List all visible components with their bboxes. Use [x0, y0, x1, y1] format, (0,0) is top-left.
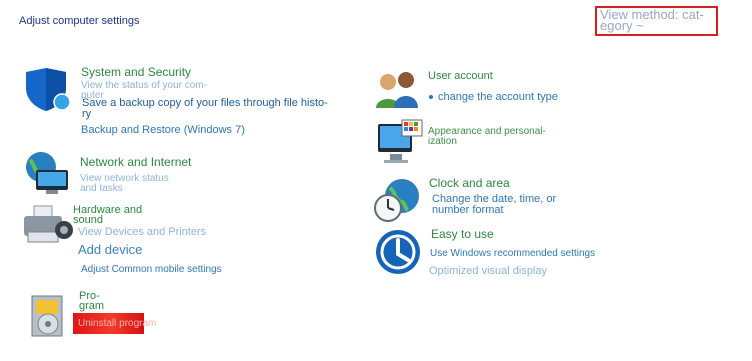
clock-area-title[interactable]: Clock and area — [429, 177, 510, 189]
monitor-palette-icon[interactable] — [376, 118, 424, 166]
printer-icon[interactable] — [22, 204, 74, 246]
ease-of-access-icon[interactable] — [374, 228, 422, 276]
globe-network-icon[interactable] — [22, 150, 72, 196]
view-devices-printers-link[interactable]: View Devices and Printers — [78, 227, 206, 238]
network-internet-title[interactable]: Network and Internet — [80, 156, 191, 168]
link-line: Save a backup copy of your files through… — [82, 97, 328, 109]
backup-file-history-link[interactable]: Save a backup copy of your files through… — [82, 98, 328, 120]
shield-icon[interactable] — [22, 66, 72, 112]
view-network-status-link[interactable]: View network status and tasks — [80, 174, 169, 194]
link-line: ry — [82, 108, 92, 120]
link-text: change the account type — [438, 91, 558, 103]
user-account-title[interactable]: User account — [428, 70, 493, 82]
backup-restore-link[interactable]: Backup and Restore (Windows 7) — [81, 125, 245, 136]
adjust-mobile-settings-link[interactable]: Adjust Common mobile settings — [81, 265, 222, 275]
optimized-visual-display-link[interactable]: Optimized visual display — [429, 266, 547, 277]
users-icon[interactable] — [374, 70, 420, 110]
title-line: ization — [428, 136, 457, 147]
add-device-link[interactable]: Add device — [78, 243, 142, 256]
clock-globe-icon[interactable] — [372, 176, 422, 224]
change-account-type-link[interactable]: change the account type — [429, 92, 558, 103]
change-date-time-link[interactable]: Change the date, time, or number format — [432, 194, 556, 216]
windows-recommended-settings-link[interactable]: Use Windows recommended settings — [430, 249, 595, 259]
link-line: number format — [432, 204, 504, 216]
bullet-icon — [429, 95, 433, 100]
title-line: sound — [73, 214, 103, 226]
view-method-dropdown[interactable]: View method: cat- egory ~ — [600, 8, 716, 32]
easy-to-use-title[interactable]: Easy to use — [431, 228, 494, 240]
system-security-title[interactable]: System and Security — [81, 66, 191, 78]
appearance-title[interactable]: Appearance and personal- ization — [428, 127, 546, 147]
link-line: and tasks — [80, 183, 123, 194]
hardware-sound-title[interactable]: Hardware and sound — [73, 205, 142, 226]
program-disc-icon[interactable] — [30, 294, 68, 338]
page-title: Adjust computer settings — [19, 15, 140, 27]
uninstall-program-link[interactable]: Uninstall program — [78, 318, 156, 329]
title-line: gram — [79, 300, 105, 312]
program-title[interactable]: Pro- gram — [79, 291, 105, 312]
